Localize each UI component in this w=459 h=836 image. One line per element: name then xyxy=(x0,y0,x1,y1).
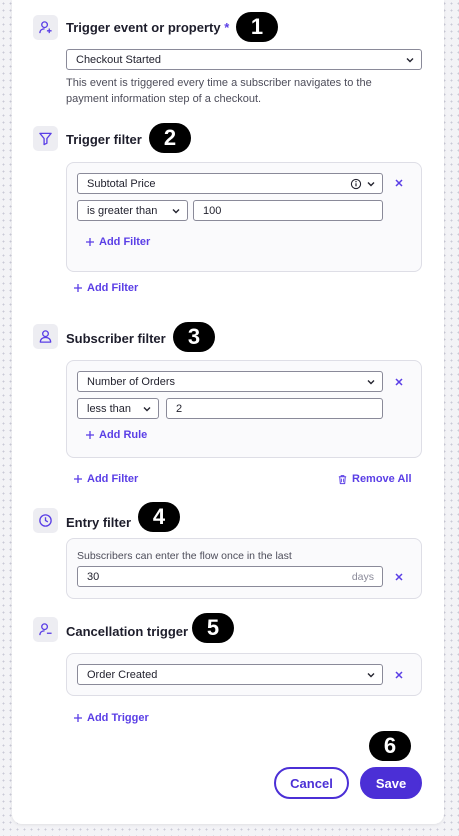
trigger-filter-title: Trigger filter xyxy=(66,132,142,147)
cancellation-trigger-select[interactable]: Order Created xyxy=(77,664,383,685)
trigger-section-title: Trigger event or property * xyxy=(66,20,229,35)
add-filter-label: Add Filter xyxy=(87,473,139,485)
subscriber-filter-add-rule-button[interactable]: Add Rule xyxy=(85,429,147,441)
subscriber-filter-property-value: Number of Orders xyxy=(87,375,176,388)
add-trigger-label: Add Trigger xyxy=(87,712,149,724)
add-rule-label: Add Rule xyxy=(99,429,148,441)
plus-icon xyxy=(86,431,94,439)
user-plus-icon xyxy=(33,15,58,40)
chevron-down-icon xyxy=(406,57,414,62)
subscriber-filter-value: 2 xyxy=(176,402,183,415)
chevron-down-icon xyxy=(367,672,375,677)
step-badge-2: 2 xyxy=(149,123,191,153)
remove-subscriber-filter-icon[interactable] xyxy=(392,375,406,389)
trigger-filter-property-select[interactable]: Subtotal Price xyxy=(77,173,383,194)
subscriber-filter-title: Subscriber filter xyxy=(66,331,166,346)
subscriber-filter-operator-select[interactable]: less than xyxy=(77,398,159,419)
trigger-filter-value: 100 xyxy=(203,204,222,217)
entry-filter-unit: days xyxy=(351,570,374,583)
funnel-icon xyxy=(33,126,58,151)
trigger-description: This event is triggered every time a sub… xyxy=(66,77,372,105)
remove-cancellation-trigger-icon[interactable] xyxy=(392,668,406,682)
remove-all-button[interactable]: Remove All xyxy=(337,473,412,485)
step-badge-6: 6 xyxy=(369,731,411,761)
remove-entry-filter-icon[interactable] xyxy=(392,570,406,584)
entry-filter-label: Subscribers can enter the flow once in t… xyxy=(77,550,292,562)
trigger-filter-add-filter-inner-button[interactable]: Add Filter xyxy=(85,236,150,248)
add-filter-label: Add Filter xyxy=(87,282,139,294)
trigger-filter-operator-value: is greater than xyxy=(87,204,158,217)
remove-all-label: Remove All xyxy=(352,473,412,485)
step-badge-4: 4 xyxy=(138,502,180,532)
plus-icon xyxy=(74,284,82,292)
entry-filter-days-input[interactable]: 30 days xyxy=(77,566,383,587)
step-badge-5: 5 xyxy=(192,613,234,643)
chevron-down-icon xyxy=(143,406,151,411)
entry-filter-value: 30 xyxy=(87,570,100,583)
trigger-event-select[interactable]: Checkout Started xyxy=(66,49,422,70)
subscriber-filter-value-input[interactable]: 2 xyxy=(166,398,383,419)
plus-icon xyxy=(74,475,82,483)
add-filter-inner-label: Add Filter xyxy=(99,236,151,248)
user-minus-icon xyxy=(33,617,58,642)
trigger-filter-operator-select[interactable]: is greater than xyxy=(77,200,188,221)
chevron-down-icon xyxy=(367,379,375,384)
cancellation-trigger-value: Order Created xyxy=(87,668,158,681)
cancellation-trigger-title: Cancellation trigger xyxy=(66,624,189,639)
cancel-button[interactable]: Cancel xyxy=(274,767,349,799)
clock-icon xyxy=(33,508,58,533)
entry-filter-title: Entry filter xyxy=(66,515,132,530)
subscriber-filter-operator-value: less than xyxy=(87,402,132,415)
plus-icon xyxy=(74,714,82,722)
trigger-filter-property-value: Subtotal Price xyxy=(87,177,156,190)
plus-icon xyxy=(86,238,94,246)
chevron-down-icon xyxy=(172,208,180,213)
step-badge-3: 3 xyxy=(173,322,215,352)
step-badge-1: 1 xyxy=(236,12,278,42)
trigger-title-text: Trigger event or property xyxy=(66,20,221,35)
chevron-down-icon xyxy=(367,181,375,186)
add-trigger-button[interactable]: Add Trigger xyxy=(73,712,149,724)
trash-icon xyxy=(338,474,347,484)
remove-trigger-filter-icon[interactable] xyxy=(392,176,406,190)
trigger-event-value: Checkout Started xyxy=(76,53,161,66)
trigger-filter-value-input[interactable]: 100 xyxy=(193,200,383,221)
required-mark: * xyxy=(224,20,230,35)
subscriber-filter-add-filter-button[interactable]: Add Filter xyxy=(73,473,138,485)
info-icon[interactable] xyxy=(350,178,362,190)
subscriber-filter-property-select[interactable]: Number of Orders xyxy=(77,371,383,392)
save-button[interactable]: Save xyxy=(360,767,422,799)
user-icon xyxy=(33,324,58,349)
trigger-filter-add-filter-button[interactable]: Add Filter xyxy=(73,282,138,294)
